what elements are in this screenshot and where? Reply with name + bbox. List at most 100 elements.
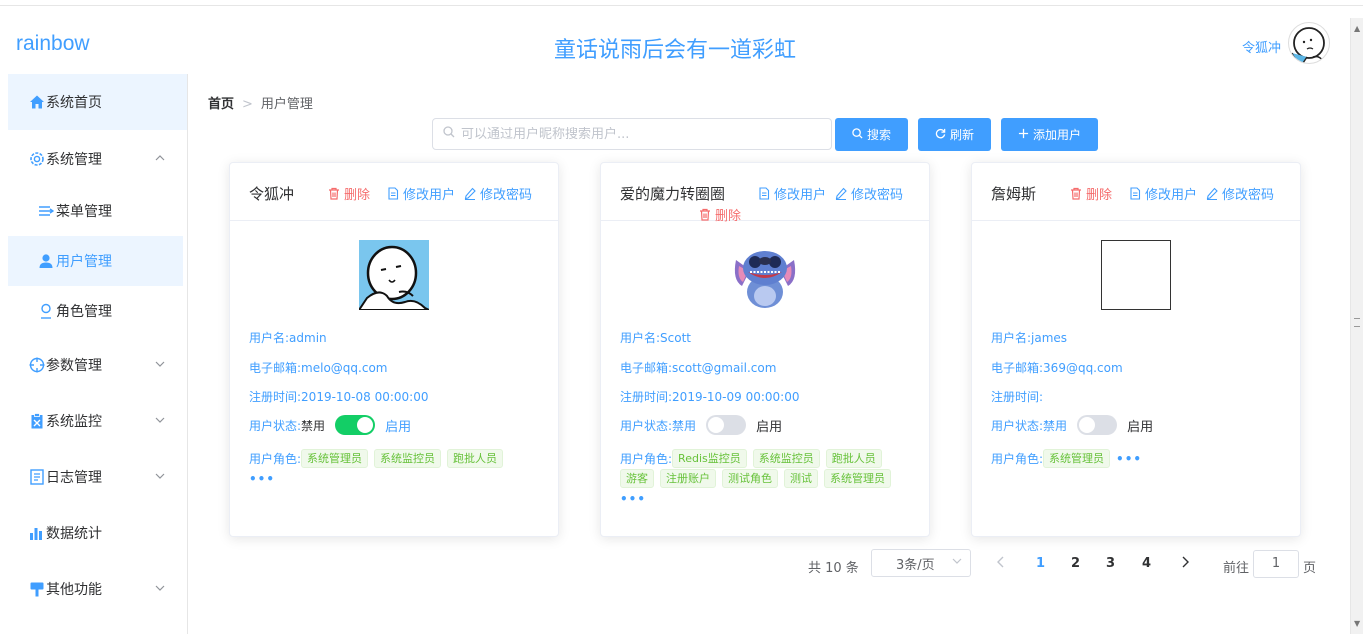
sign-icon	[29, 581, 45, 597]
scroll-grip[interactable]	[1354, 318, 1360, 327]
register-time-value: 2019-10-08 00:00:00	[301, 390, 429, 404]
edit-user-button[interactable]: 修改用户	[387, 184, 455, 203]
page-suffix: 页	[1303, 561, 1317, 576]
email-value: 369@qq.com	[1043, 361, 1123, 375]
status-label: 用户状态:	[249, 418, 302, 433]
email-label: 电子邮箱:	[249, 361, 302, 375]
register-time-row: 注册时间:2019-10-08 00:00:00	[249, 388, 429, 405]
sidebar-item-role-manage[interactable]: 角色管理	[8, 286, 183, 336]
page-number[interactable]: 1	[1036, 556, 1045, 571]
edit-password-button[interactable]: 修改密码	[464, 184, 532, 203]
next-page-icon[interactable]	[1180, 556, 1190, 572]
page-scrollbar[interactable]: ▲ ▼	[1350, 18, 1363, 634]
email-row: 电子邮箱:scott@gmail.com	[620, 359, 776, 376]
sidebar-item-menu-manage[interactable]: 菜单管理	[8, 186, 183, 236]
refresh-button[interactable]: 刷新	[918, 118, 991, 151]
sidebar-item-user-manage[interactable]: 用户管理	[8, 236, 183, 286]
email-row: 电子邮箱:melo@qq.com	[249, 359, 387, 376]
user-avatar	[357, 240, 430, 311]
breadcrumb-home[interactable]: 首页	[208, 97, 234, 112]
search-button[interactable]: 搜索	[835, 118, 908, 151]
toggle-knob	[1079, 417, 1096, 433]
gear-icon	[29, 151, 45, 167]
roles-row: 用户角色: 系统管理员 •••	[991, 449, 1291, 469]
home-icon	[29, 94, 45, 110]
page-number[interactable]: 4	[1142, 556, 1151, 571]
roles-row: 用户角色: Redis监控员 系统监控员 跑批人员游客 注册账户 测试角色 测试 系统管理员 •…	[620, 449, 920, 509]
search-icon	[852, 127, 863, 142]
username-row: 用户名:james	[991, 329, 1067, 346]
current-user-name[interactable]: 令狐冲	[1242, 37, 1281, 56]
delete-button[interactable]: 删除	[699, 205, 741, 224]
crosshair-icon	[29, 357, 45, 373]
status-row: 用户状态: 禁用 启用	[249, 415, 411, 435]
sidebar-item-monitor[interactable]: 系统监控	[8, 393, 187, 449]
chevron-down-icon	[952, 556, 962, 569]
page-number[interactable]: 2	[1071, 556, 1080, 571]
status-row: 用户状态: 禁用 启用	[620, 415, 782, 435]
sidebar-item-label: 其他功能	[46, 582, 102, 598]
card-title: 爱的魔力转圈圈	[620, 185, 726, 203]
status-label: 用户状态:	[991, 418, 1044, 433]
document-icon	[1129, 187, 1141, 200]
status-enabled-text: 启用	[385, 419, 412, 435]
sidebar-item-home[interactable]: 系统首页	[8, 74, 187, 130]
user-avatar[interactable]	[1288, 22, 1330, 64]
user-card: 爱的魔力转圈圈 修改用户 修改密码 删除 用户名:Scott 电子邮箱:scot…	[600, 162, 930, 537]
plus-icon	[1018, 128, 1029, 142]
username-value: admin	[289, 331, 327, 345]
username-label: 用户名:	[991, 331, 1032, 345]
edit-password-label: 修改密码	[480, 188, 533, 203]
log-icon	[29, 469, 45, 485]
more-roles-button[interactable]: •••	[620, 489, 646, 509]
pencil-icon	[835, 187, 847, 200]
username-row: 用户名:admin	[249, 329, 327, 346]
sidebar-item-label: 系统监控	[46, 414, 102, 430]
user-avatar	[730, 240, 800, 310]
more-roles-button[interactable]: •••	[249, 469, 275, 489]
roles-label: 用户角色:	[620, 452, 673, 466]
scroll-down-icon[interactable]: ▼	[1354, 619, 1360, 628]
edit-user-button[interactable]: 修改用户	[758, 184, 826, 203]
trash-icon	[328, 187, 340, 200]
status-enabled-text: 启用	[1127, 419, 1154, 435]
stitch-avatar-icon	[730, 240, 800, 310]
roles-label: 用户角色:	[991, 452, 1044, 466]
edit-password-button[interactable]: 修改密码	[1206, 184, 1274, 203]
edit-password-button[interactable]: 修改密码	[835, 184, 903, 203]
sidebar-item-logs[interactable]: 日志管理	[8, 449, 187, 505]
username-value: Scott	[660, 331, 692, 345]
pagination: 共 10 条 3条/页 1 2 3 4 前往 1 页	[0, 549, 1340, 579]
status-toggle[interactable]	[1077, 415, 1118, 435]
role-tag: 测试角色	[722, 469, 778, 488]
username-row: 用户名:Scott	[620, 329, 691, 346]
trash-icon	[699, 208, 711, 221]
goto-page-input[interactable]: 1	[1253, 550, 1299, 578]
status-toggle[interactable]	[335, 415, 376, 435]
sidebar-item-params[interactable]: 参数管理	[8, 337, 187, 393]
edit-password-label: 修改密码	[851, 188, 904, 203]
delete-button[interactable]: 删除	[1070, 184, 1112, 203]
edit-user-button[interactable]: 修改用户	[1129, 184, 1197, 203]
search-box[interactable]	[432, 118, 832, 150]
delete-button[interactable]: 删除	[328, 184, 370, 203]
edit-user-label: 修改用户	[403, 188, 456, 203]
scroll-up-icon[interactable]: ▲	[1354, 24, 1360, 33]
status-toggle[interactable]	[706, 415, 747, 435]
user-icon	[38, 253, 54, 269]
slogan: 童话说雨后会有一道彩虹	[553, 38, 796, 63]
search-input[interactable]	[461, 126, 801, 142]
more-roles-button[interactable]: •••	[1116, 449, 1142, 469]
prev-page-icon[interactable]	[996, 556, 1006, 572]
trash-icon	[1070, 187, 1082, 200]
toggle-knob	[708, 417, 725, 433]
page-size-select[interactable]: 3条/页	[871, 549, 971, 577]
sidebar-item-label: 角色管理	[56, 304, 112, 320]
role-tag: Redis监控员	[672, 449, 747, 468]
sidebar-item-system[interactable]: 系统管理	[8, 131, 187, 187]
add-user-button[interactable]: 添加用户	[1001, 118, 1098, 151]
username-label: 用户名:	[249, 331, 290, 345]
page-number[interactable]: 3	[1106, 556, 1115, 571]
goto-label: 前往	[1223, 561, 1250, 576]
chevron-down-icon	[155, 357, 165, 373]
